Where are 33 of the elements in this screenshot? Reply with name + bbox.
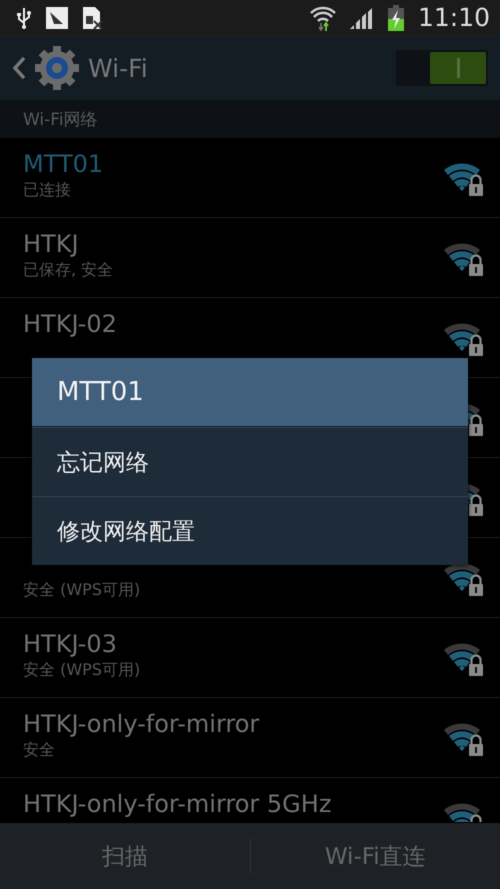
back-icon[interactable] bbox=[12, 56, 26, 80]
scan-button[interactable]: 扫描 bbox=[0, 823, 250, 889]
network-status: 已连接 bbox=[23, 180, 72, 201]
signal-icon bbox=[350, 6, 374, 28]
network-status: 安全 (WPS可用) bbox=[23, 580, 142, 601]
network-status: 安全 bbox=[23, 740, 56, 761]
network-status: 已保存, 安全 bbox=[23, 260, 114, 281]
section-header: Wi-Fi网络 bbox=[0, 100, 500, 138]
screen-title: Wi-Fi bbox=[88, 54, 149, 82]
usb-icon bbox=[16, 6, 32, 28]
network-status: 安全 (WPS可用) bbox=[23, 660, 142, 681]
clock: 11:10 bbox=[418, 3, 490, 32]
menu-item[interactable]: 忘记网络 bbox=[32, 427, 468, 496]
network-row[interactable]: HTKJ-only-for-mirror 安全 bbox=[0, 698, 500, 778]
battery-charging-icon bbox=[388, 4, 404, 30]
network-row[interactable]: HTKJ-only-for-mirror 5GHz bbox=[0, 778, 500, 823]
network-name: MTT01 bbox=[23, 150, 104, 178]
wifi-toggle[interactable] bbox=[396, 50, 488, 86]
menu-item[interactable]: 修改网络配置 bbox=[32, 496, 468, 565]
network-row[interactable]: HTKJ 已保存, 安全 bbox=[0, 218, 500, 298]
network-name: HTKJ-02 bbox=[23, 310, 118, 338]
network-row[interactable]: HTKJ-03 安全 (WPS可用) bbox=[0, 618, 500, 698]
wifi-direct-button[interactable]: Wi-Fi直连 bbox=[250, 823, 500, 889]
network-name: HTKJ bbox=[23, 230, 80, 258]
settings-icon bbox=[34, 45, 80, 91]
dialog-title: MTT01 bbox=[32, 358, 468, 427]
network-name: HTKJ-only-for-mirror 5GHz bbox=[23, 790, 332, 818]
wifi-icon bbox=[310, 4, 336, 30]
network-name: HTKJ-only-for-mirror bbox=[23, 710, 260, 738]
notification-icon bbox=[46, 6, 68, 28]
network-name: HTKJ-03 bbox=[23, 630, 118, 658]
network-row[interactable]: MTT01 已连接 bbox=[0, 138, 500, 218]
sim-card-icon bbox=[82, 6, 104, 30]
